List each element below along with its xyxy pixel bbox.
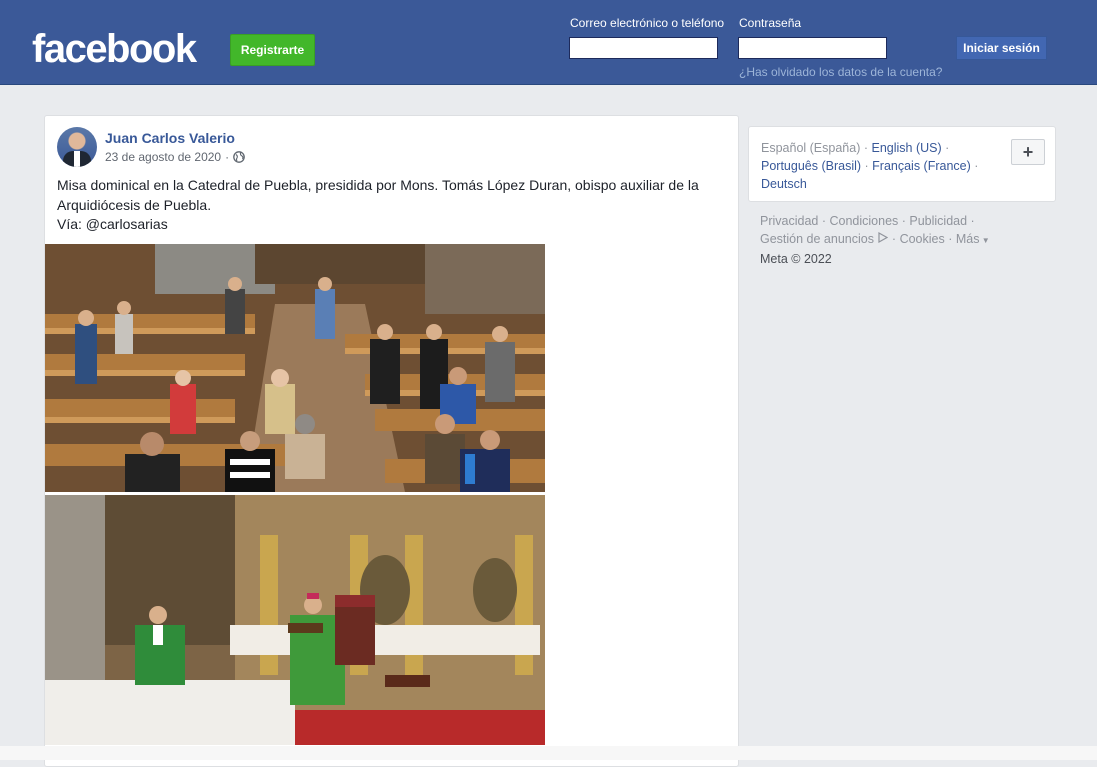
meta-separator: · (225, 150, 230, 164)
language-option[interactable]: Deutsch (761, 177, 807, 191)
post-photo-altar[interactable] (45, 495, 545, 745)
more-languages-button[interactable]: + (1011, 139, 1045, 165)
post-card: Juan Carlos Valerio 23 de agosto de 2020… (44, 115, 739, 767)
language-option[interactable]: English (US) (871, 141, 941, 155)
footer-advertising-link[interactable]: Publicidad (909, 214, 967, 228)
email-field[interactable] (569, 37, 718, 59)
globe-icon (233, 151, 245, 163)
forgot-account-link[interactable]: ¿Has olvidado los datos de la cuenta? (739, 65, 942, 79)
footer-cookies-link[interactable]: Cookies (900, 232, 945, 246)
footer-privacy-link[interactable]: Privacidad (760, 214, 818, 228)
signup-button[interactable]: Registrarte (230, 34, 315, 66)
email-label: Correo electrónico o teléfono (570, 16, 725, 30)
password-label: Contraseña (739, 16, 802, 30)
post-message-line: Misa dominical en la Catedral de Puebla,… (57, 177, 699, 213)
footer-copyright: Meta © 2022 (760, 252, 832, 266)
footer-links: Privacidad · Condiciones · Publicidad · … (760, 214, 990, 266)
post-date[interactable]: 23 de agosto de 2020 (105, 150, 221, 164)
language-current: Español (España) (761, 141, 861, 155)
language-selector: Español (España) · English (US) · Portug… (748, 126, 1056, 202)
post-author-name[interactable]: Juan Carlos Valerio (105, 130, 235, 146)
post-message: Misa dominical en la Catedral de Puebla,… (57, 176, 727, 235)
password-field[interactable] (738, 37, 887, 59)
post-message-via: Vía: @carlosarias (57, 216, 168, 232)
language-option[interactable]: Français (France) (872, 159, 971, 173)
ad-choices-icon (877, 231, 889, 246)
login-button[interactable]: Iniciar sesión (956, 36, 1047, 60)
post-meta: 23 de agosto de 2020 · (105, 150, 245, 164)
footer-more-link[interactable]: Más (956, 232, 980, 246)
language-list: Español (España) · English (US) · Portug… (761, 141, 979, 191)
top-navigation-bar: facebook Registrarte Correo electrónico … (0, 0, 1097, 85)
bottom-edge (0, 746, 1097, 760)
avatar-shirt (74, 151, 80, 167)
footer-terms-link[interactable]: Condiciones (829, 214, 898, 228)
caret-down-icon: ▼ (979, 236, 990, 245)
author-avatar[interactable] (57, 127, 97, 167)
footer-ad-choices-link[interactable]: Gestión de anuncios (760, 232, 874, 246)
facebook-logo[interactable]: facebook (32, 26, 197, 72)
language-option[interactable]: Português (Brasil) (761, 159, 861, 173)
post-photo-congregation[interactable] (45, 244, 545, 492)
